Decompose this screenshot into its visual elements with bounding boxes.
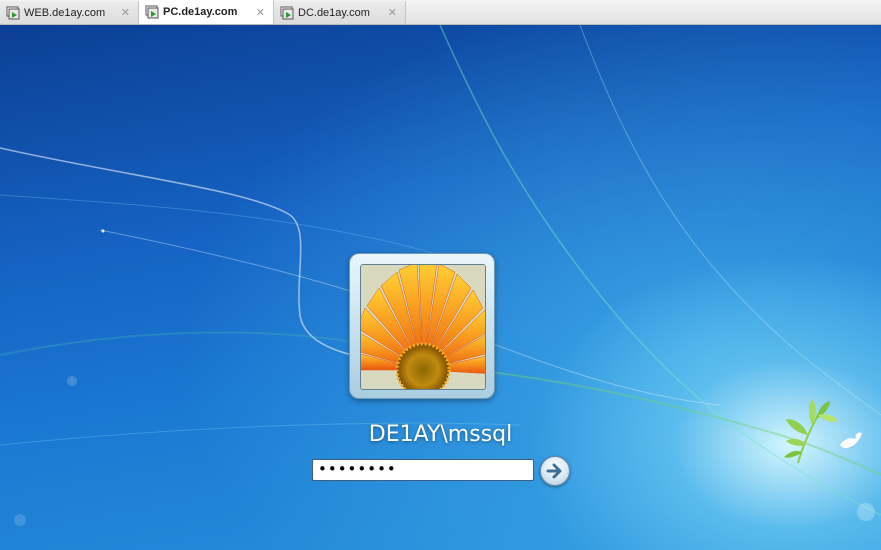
vm-tab-bar: WEB.de1ay.com ✕ PC.de1ay.com ✕ DC.de1ay.… [0, 0, 881, 25]
flower-icon [360, 264, 486, 390]
tab-label: PC.de1ay.com [163, 6, 238, 18]
vm-console-icon [6, 6, 20, 19]
username-label: DE1AY\mssql [368, 422, 513, 447]
password-field[interactable]: •••••••• [312, 459, 534, 481]
tab-label: DC.de1ay.com [298, 6, 370, 19]
tab-pc[interactable]: PC.de1ay.com ✕ [139, 0, 274, 24]
arrow-right-icon [546, 463, 562, 479]
tab-dc[interactable]: DC.de1ay.com ✕ [274, 1, 406, 24]
user-tile[interactable] [349, 253, 495, 399]
bird-branch-icon [784, 399, 862, 464]
vm-console-icon [280, 6, 294, 19]
tab-web[interactable]: WEB.de1ay.com ✕ [0, 1, 139, 24]
vm-console-icon [145, 5, 159, 19]
close-icon[interactable]: ✕ [388, 6, 397, 19]
tab-label: WEB.de1ay.com [24, 6, 106, 19]
close-icon[interactable]: ✕ [256, 6, 265, 19]
submit-button[interactable] [540, 456, 570, 486]
close-icon[interactable]: ✕ [121, 6, 130, 19]
